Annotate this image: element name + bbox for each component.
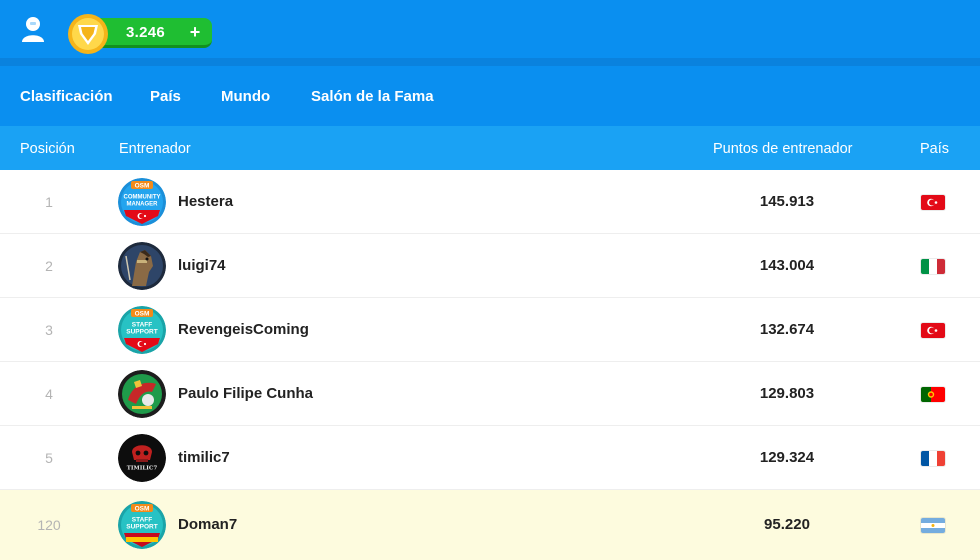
coin-balance[interactable]: 3.246 + [66,12,214,54]
row-points: 145.913 [759,193,815,210]
tab-bar: Clasificación País Mundo Salón de la Fam… [0,66,980,126]
row-points: 95.220 [764,516,810,533]
argentina-flag-icon [921,518,945,533]
badge-top-text: OSM [135,506,150,513]
coin-value: 3.246 [126,24,166,41]
badge-line1-text: COMMUNITY [124,195,161,201]
current-user-row[interactable]: 120 OSM STAFF SUPPORT Doman7 95.220 [0,490,980,560]
row-manager-name[interactable]: Doman7 [178,516,237,533]
row-position: 1 [45,194,53,210]
column-position[interactable]: Posición [20,141,75,157]
profile-icon[interactable] [18,14,48,44]
row-position: 3 [45,322,53,338]
row-position: 4 [45,386,53,402]
osm-staff-support-badge-icon[interactable]: OSM STAFF SUPPORT [118,306,166,354]
column-manager[interactable]: Entrenador [119,141,191,157]
row-points: 132.674 [759,321,815,338]
table-row[interactable]: 5 TIMILIC7 timilic7 129.324 [0,426,980,490]
row-position: 5 [45,450,53,466]
badge-line2-text: MANAGER [127,202,159,208]
france-flag-icon [921,451,945,466]
horse-avatar-icon[interactable] [118,242,166,290]
add-coins-button[interactable]: + [184,21,206,43]
table-row[interactable]: 3 OSM STAFF SUPPORT RevengeisComing 132.… [0,298,980,362]
table-row[interactable]: 4 Paulo Filipe Cunha 129.803 [0,362,980,426]
coin-icon [66,12,110,56]
badge-top-text: OSM [135,311,150,318]
avatar-text: TIMILIC7 [127,466,158,472]
row-points: 129.324 [759,449,815,466]
tab-mundo[interactable]: Mundo [221,88,270,105]
tab-salon-de-la-fama[interactable]: Salón de la Fama [311,88,434,105]
column-country[interactable]: País [920,141,949,157]
tab-pais[interactable]: País [150,88,181,105]
row-manager-name[interactable]: Paulo Filipe Cunha [178,385,313,402]
row-manager-name[interactable]: Hestera [178,193,233,210]
column-points[interactable]: Puntos de entrenador [713,141,852,157]
top-bar-shade [0,58,980,66]
badge-line2-text: SUPPORT [126,524,157,531]
osm-staff-support-badge-icon[interactable]: OSM STAFF SUPPORT [118,501,166,549]
osm-community-manager-badge-icon[interactable]: OSM COMMUNITY MANAGER [118,178,166,226]
table-row[interactable]: 2 luigi74 143.004 [0,234,980,298]
club-crest-avatar-icon[interactable] [118,370,166,418]
portugal-flag-icon [921,387,945,402]
table-row[interactable]: 1 OSM COMMUNITY MANAGER Hestera 145.913 [0,170,980,234]
italy-flag-icon [921,259,945,274]
top-bar: 3.246 + [0,0,980,66]
row-manager-name[interactable]: timilic7 [178,449,230,466]
tab-clasificacion[interactable]: Clasificación [20,88,113,105]
row-points: 143.004 [759,257,815,274]
row-position: 2 [45,258,53,274]
table-header: Posición Entrenador Puntos de entrenador… [0,126,980,170]
row-manager-name[interactable]: luigi74 [178,257,226,274]
badge-line2-text: SUPPORT [126,329,157,336]
badge-line1-text: STAFF [132,322,152,329]
badge-line1-text: STAFF [132,517,152,524]
row-points: 129.803 [759,385,815,402]
turkey-flag-icon [921,323,945,338]
row-position: 120 [37,517,61,533]
turkey-flag-icon [921,195,945,210]
timilic-avatar-icon[interactable]: TIMILIC7 [118,434,166,482]
row-manager-name[interactable]: RevengeisComing [178,321,309,338]
badge-top-text: OSM [135,183,150,190]
